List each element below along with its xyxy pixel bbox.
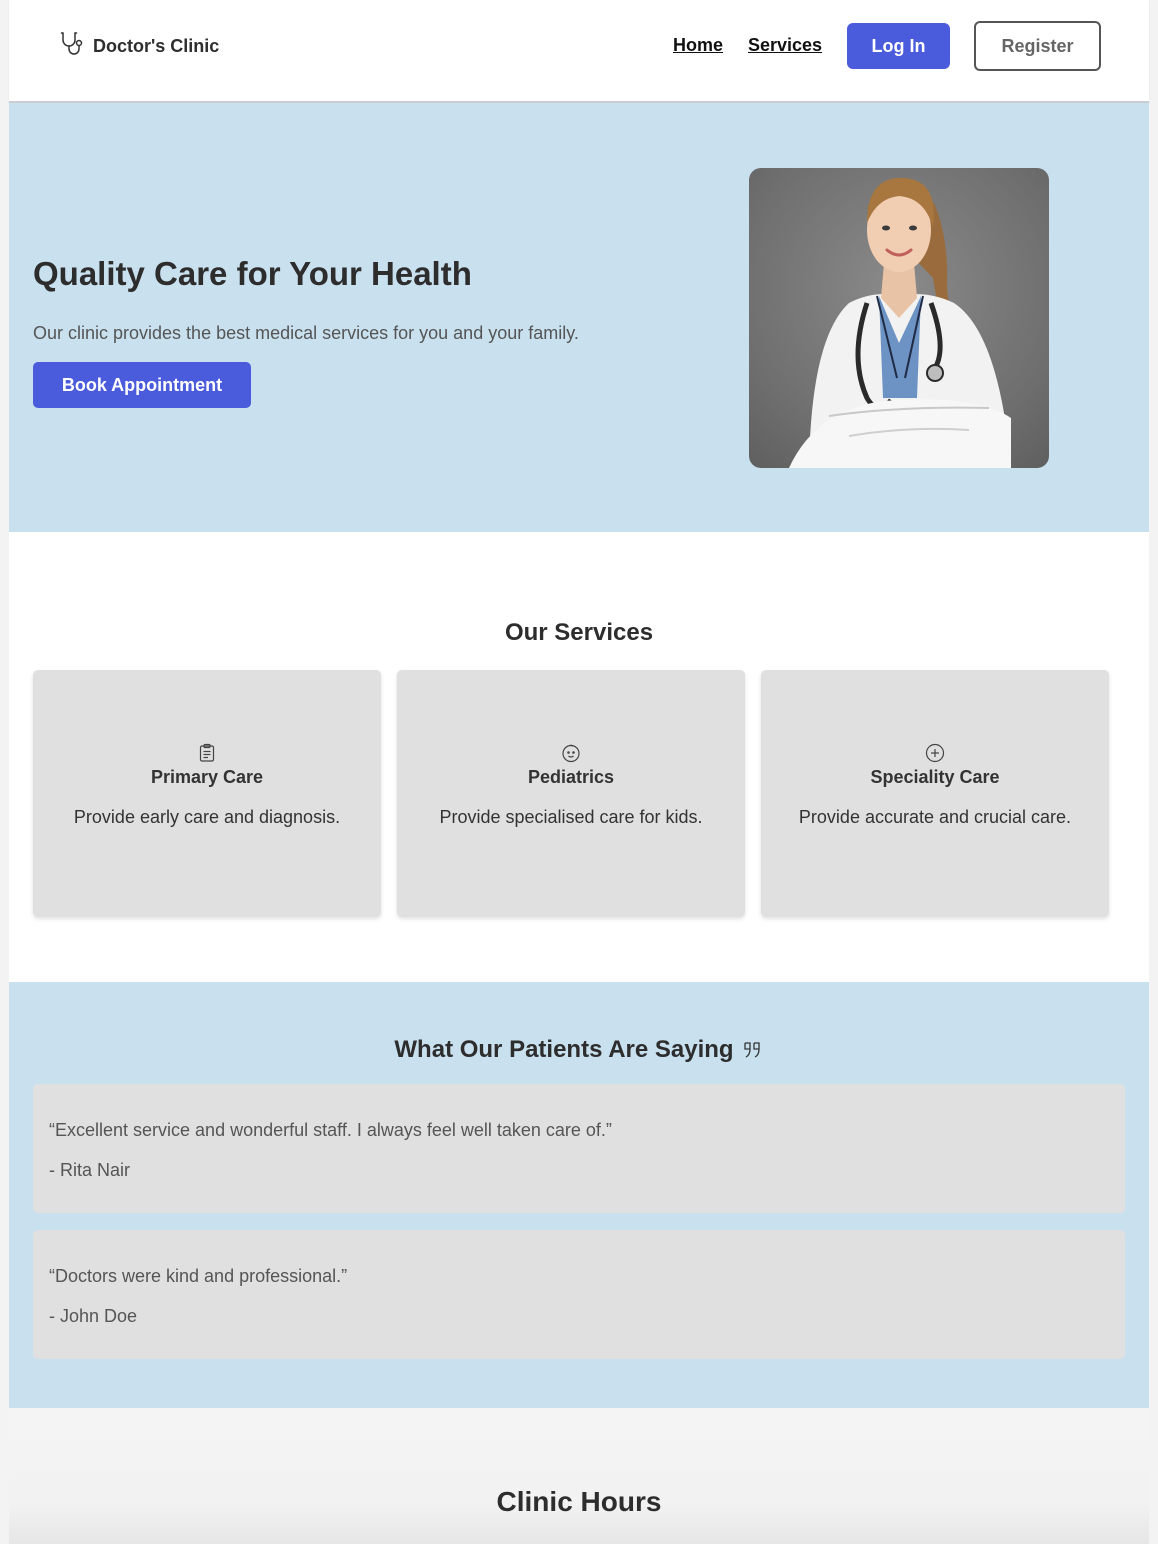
nav-services-link[interactable]: Services xyxy=(748,35,822,56)
clipboard-icon xyxy=(197,743,217,763)
register-button[interactable]: Register xyxy=(974,21,1101,71)
testimonial-card: “Doctors were kind and professional.” - … xyxy=(33,1230,1125,1359)
service-title: Speciality Care xyxy=(870,767,1000,787)
service-description: Provide early care and diagnosis. xyxy=(73,807,341,827)
testimonial-author: - Rita Nair xyxy=(49,1160,131,1180)
service-card-speciality-care[interactable]: Speciality Care Provide accurate and cru… xyxy=(761,670,1109,917)
testimonial-quote: “Doctors were kind and professional.” xyxy=(49,1266,348,1286)
plus-circle-icon xyxy=(925,743,945,763)
clinic-hours-section: Clinic Hours xyxy=(9,1408,1149,1544)
baby-face-icon xyxy=(561,743,581,763)
testimonials-heading: What Our Patients Are Saying xyxy=(9,1036,1149,1064)
hero-subtitle: Our clinic provides the best medical ser… xyxy=(33,323,579,343)
nav-home-link[interactable]: Home xyxy=(673,35,723,56)
brand[interactable]: Doctor's Clinic xyxy=(57,31,219,61)
doctor-photo xyxy=(749,168,1049,468)
service-description: Provide accurate and crucial care. xyxy=(798,807,1072,827)
testimonials-title: What Our Patients Are Saying xyxy=(394,1036,734,1063)
book-appointment-button[interactable]: Book Appointment xyxy=(33,362,251,408)
brand-name: Doctor's Clinic xyxy=(93,35,220,56)
service-card-pediatrics[interactable]: Pediatrics Provide specialised care for … xyxy=(397,670,745,917)
service-card-primary-care[interactable]: Primary Care Provide early care and diag… xyxy=(33,670,381,917)
service-title: Pediatrics xyxy=(527,767,615,787)
login-button[interactable]: Log In xyxy=(847,23,950,69)
testimonials-section: What Our Patients Are Saying “Excellent … xyxy=(9,982,1149,1408)
service-description: Provide specialised care for kids. xyxy=(439,807,703,827)
site-header: Doctor's Clinic Home Services Log In Reg… xyxy=(9,0,1149,103)
services-section: Our Services Primary Care Provide early … xyxy=(9,532,1149,982)
testimonial-author: - John Doe xyxy=(49,1306,138,1326)
testimonial-quote: “Excellent service and wonderful staff. … xyxy=(49,1120,612,1140)
page: Doctor's Clinic Home Services Log In Reg… xyxy=(9,0,1149,1544)
service-title: Primary Care xyxy=(150,767,264,787)
services-title: Our Services xyxy=(504,619,654,646)
hero-section: Quality Care for Your Health Our clinic … xyxy=(9,103,1149,532)
clinic-hours-title: Clinic Hours xyxy=(496,1486,662,1517)
hero-title: Quality Care for Your Health xyxy=(33,255,472,292)
quote-icon xyxy=(742,1039,764,1061)
stethoscope-icon xyxy=(57,29,87,64)
testimonial-card: “Excellent service and wonderful staff. … xyxy=(33,1084,1125,1213)
